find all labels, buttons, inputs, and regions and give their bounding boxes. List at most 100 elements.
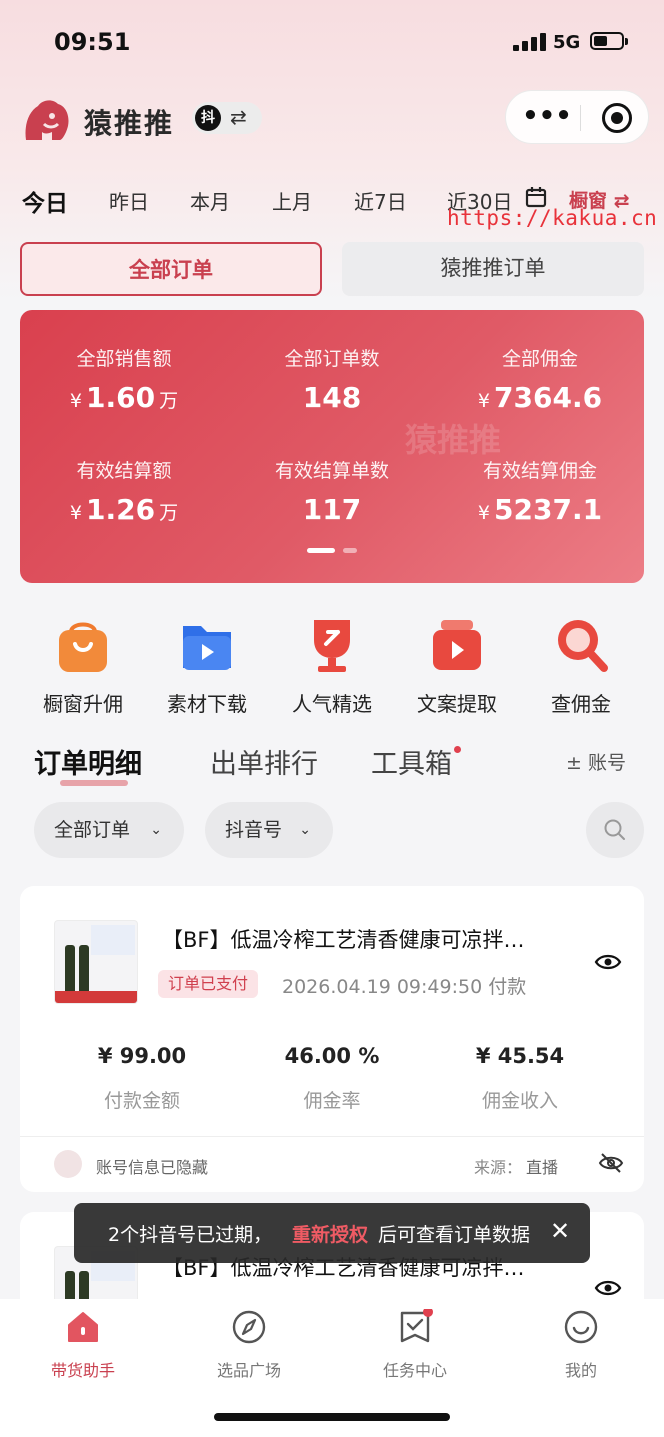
metric-value: ¥ 45.54	[475, 1044, 565, 1068]
signal-icon	[513, 33, 547, 51]
card-watermark: 猿推推	[405, 421, 502, 459]
account-avatar	[54, 1150, 82, 1178]
eye-icon[interactable]	[594, 952, 622, 972]
metric-commission-income: ¥ 45.54 佣金收入	[416, 1044, 624, 1113]
stat-label: 有效结算佣金	[482, 460, 597, 482]
bottom-tab-bar: 带货助手 选品广场 任务中心 我的	[0, 1299, 664, 1437]
home-indicator[interactable]	[214, 1413, 450, 1421]
stat-label: 全部订单数	[284, 348, 380, 370]
magnifier-icon	[553, 614, 609, 674]
close-icon[interactable]: ✕	[550, 1217, 570, 1245]
smile-icon	[563, 1309, 599, 1345]
stat-total-commission: 全部佣金 ¥7364.6	[436, 344, 644, 414]
stat-valid-commission: 有效结算佣金 ¥5237.1	[436, 456, 644, 526]
metric-label: 付款金额	[103, 1090, 180, 1112]
app-title: 猿推推	[84, 107, 175, 140]
date-tab-this-month[interactable]: 本月	[190, 186, 230, 215]
quick-action-popular-picks[interactable]: 人气精选	[270, 614, 394, 717]
section-tabs: 订单明细 出单排行 工具箱 ± 账号	[0, 740, 664, 796]
miniapp-close-icon[interactable]	[602, 103, 632, 133]
stat-value: 1.26	[85, 493, 156, 526]
eye-off-icon[interactable]	[598, 1152, 624, 1174]
quick-action-label: 文案提取	[417, 692, 497, 716]
product-thumbnail	[54, 920, 138, 1004]
eye-icon[interactable]	[594, 1278, 622, 1298]
stat-value: 117	[302, 493, 362, 526]
quick-action-check-commission[interactable]: 查佣金	[519, 614, 643, 717]
battery-icon	[590, 32, 628, 50]
tab-task-center[interactable]: 任务中心	[332, 1307, 498, 1381]
url-watermark: https://kakua.cn	[447, 206, 658, 230]
task-check-icon	[397, 1307, 433, 1345]
stat-label: 有效结算单数	[274, 460, 389, 482]
video-extract-icon	[429, 614, 485, 674]
stat-unit: 万	[159, 390, 179, 412]
date-tab-7-days[interactable]: 近7日	[354, 186, 407, 215]
tab-all-orders[interactable]: 全部订单	[20, 242, 322, 296]
reauthorize-link[interactable]: 重新授权	[292, 1220, 368, 1247]
stat-total-sales: 全部销售额 ¥1.60 万	[20, 344, 228, 414]
trophy-icon	[304, 614, 360, 674]
douyin-badge-icon: 抖	[195, 105, 221, 131]
tab-product-plaza[interactable]: 选品广场	[166, 1309, 332, 1381]
stats-card[interactable]: 猿推推 全部销售额 ¥1.60 万 全部订单数 148 全部佣金 ¥7364.6 …	[20, 310, 644, 583]
tab-label: 带货助手	[50, 1361, 115, 1380]
date-tab-today[interactable]: 今日	[22, 184, 68, 218]
stat-valid-orders: 有效结算单数 117	[228, 456, 436, 526]
order-card[interactable]: 【BF】低温冷榨工艺清香健康可凉拌… 订单已支付 2026.04.19 09:4…	[20, 886, 644, 1192]
gorilla-logo-icon	[25, 100, 69, 140]
order-source: 来源： 直播	[474, 1154, 558, 1178]
quick-action-showcase-commission[interactable]: 橱窗升佣	[21, 614, 145, 717]
tab-label: 我的	[564, 1361, 597, 1380]
carousel-dots	[307, 548, 367, 554]
capsule-divider	[580, 105, 581, 131]
order-paid-time: 2026.04.19 09:49:50 付款	[282, 976, 527, 998]
metric-label: 佣金收入	[481, 1090, 558, 1112]
currency-symbol: ¥	[69, 390, 82, 412]
tab-yuantuitui-orders[interactable]: 猿推推订单	[342, 242, 644, 296]
switch-platform-button[interactable]: 抖 ⇄	[192, 102, 262, 134]
shopping-bag-icon	[55, 614, 111, 674]
date-tab-yesterday[interactable]: 昨日	[109, 186, 149, 215]
metric-payment-amount: ¥ 99.00 付款金额	[38, 1044, 246, 1113]
calendar-icon[interactable]	[525, 186, 547, 208]
compass-icon	[231, 1309, 267, 1345]
date-tab-last-month[interactable]: 上月	[272, 186, 312, 215]
tab-sales-ranking[interactable]: 出单排行	[210, 742, 318, 781]
currency-symbol: ¥	[477, 502, 491, 524]
metric-label: 佣金率	[303, 1090, 361, 1112]
miniapp-capsule: •••	[505, 90, 649, 144]
stat-valid-settlement: 有效结算额 ¥1.26 万	[20, 456, 228, 526]
video-folder-icon	[179, 614, 235, 674]
tab-toolbox[interactable]: 工具箱	[371, 742, 452, 781]
order-type-tabs: 全部订单 猿推推订单	[20, 242, 644, 296]
tab-label: 任务中心	[382, 1361, 447, 1380]
order-status-badge: 订单已支付	[158, 970, 259, 998]
account-manage-button[interactable]: ± 账号	[566, 748, 626, 775]
stat-unit: 万	[159, 502, 179, 524]
stat-total-orders: 全部订单数 148	[228, 344, 436, 414]
douyin-account-dropdown[interactable]: 抖音号 ⌄	[205, 802, 333, 858]
metric-value: 46.00 %	[284, 1044, 380, 1068]
toast-message: 2个抖音号已过期，	[108, 1224, 273, 1246]
order-status-dropdown[interactable]: 全部订单 ⌄	[34, 802, 184, 858]
metric-value: ¥ 99.00	[97, 1044, 187, 1068]
more-dots-icon[interactable]: •••	[522, 99, 572, 135]
metric-commission-rate: 46.00 % 佣金率	[228, 1044, 436, 1113]
tab-sales-assistant[interactable]: 带货助手	[0, 1309, 166, 1381]
carousel-dot	[343, 548, 357, 553]
stat-label: 全部佣金	[501, 348, 578, 370]
source-value: 直播	[526, 1158, 559, 1177]
quick-action-copy-extract[interactable]: 文案提取	[395, 614, 519, 717]
quick-action-label: 查佣金	[551, 692, 611, 716]
search-button[interactable]	[586, 802, 644, 858]
source-label: 来源：	[474, 1158, 523, 1177]
order-filters: 全部订单 ⌄ 抖音号 ⌄	[0, 802, 664, 858]
tab-mine[interactable]: 我的	[498, 1309, 664, 1381]
quick-action-material-download[interactable]: 素材下载	[145, 614, 269, 717]
quick-action-label: 橱窗升佣	[43, 692, 123, 716]
search-icon	[604, 819, 625, 840]
tab-order-details[interactable]: 订单明细	[34, 742, 142, 781]
chevron-down-icon: ⌄	[150, 822, 162, 838]
stat-value: 7364.6	[494, 381, 603, 414]
